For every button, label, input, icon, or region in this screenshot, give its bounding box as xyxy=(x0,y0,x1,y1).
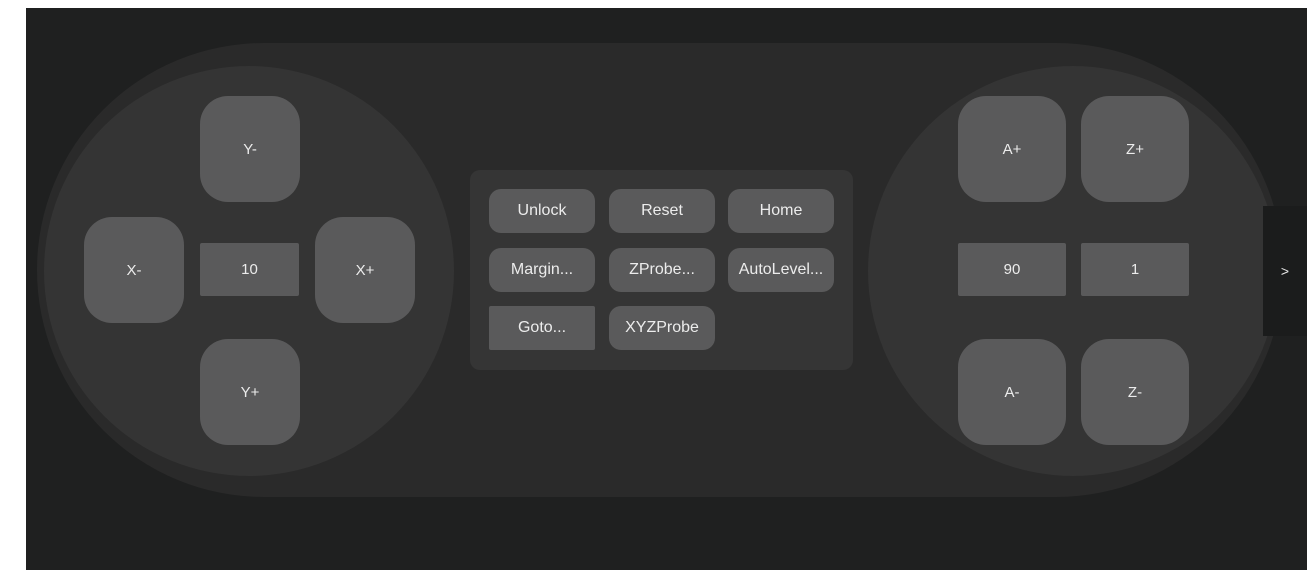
goto-button[interactable]: Goto... xyxy=(489,306,595,350)
z-minus-button[interactable]: Z- xyxy=(1081,339,1189,445)
home-button[interactable]: Home xyxy=(728,189,834,233)
x-minus-button[interactable]: X- xyxy=(84,217,184,323)
y-plus-button[interactable]: Y+ xyxy=(200,339,300,445)
zprobe-button[interactable]: ZProbe... xyxy=(609,248,715,292)
margin-button[interactable]: Margin... xyxy=(489,248,595,292)
y-minus-button[interactable]: Y- xyxy=(200,96,300,202)
autolevel-button[interactable]: AutoLevel... xyxy=(728,248,834,292)
reset-button[interactable]: Reset xyxy=(609,189,715,233)
z-step-field[interactable]: 1 xyxy=(1081,243,1189,296)
x-plus-button[interactable]: X+ xyxy=(315,217,415,323)
a-minus-button[interactable]: A- xyxy=(958,339,1066,445)
xyzprobe-button[interactable]: XYZProbe xyxy=(609,306,715,350)
xy-step-field[interactable]: 10 xyxy=(200,243,299,296)
a-plus-button[interactable]: A+ xyxy=(958,96,1066,202)
a-step-field[interactable]: 90 xyxy=(958,243,1066,296)
expand-panel-tab[interactable]: > xyxy=(1263,206,1307,336)
az-jog-pad xyxy=(868,66,1278,476)
z-plus-button[interactable]: Z+ xyxy=(1081,96,1189,202)
unlock-button[interactable]: Unlock xyxy=(489,189,595,233)
